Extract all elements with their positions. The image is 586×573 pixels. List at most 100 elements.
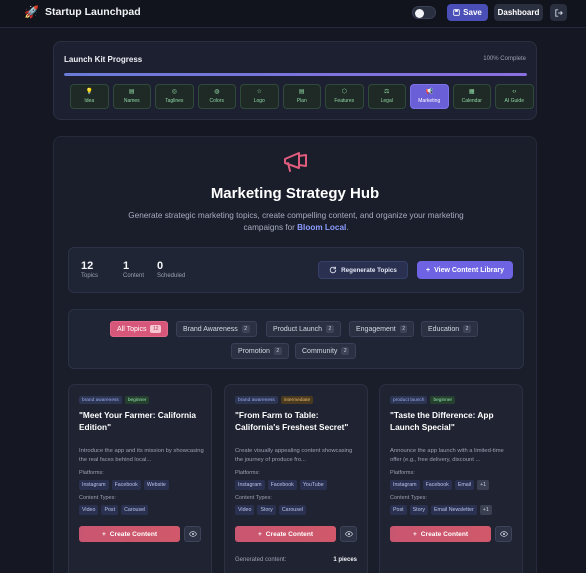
filter-brand-awareness[interactable]: Brand Awareness 2 xyxy=(176,321,257,337)
view-topic-button[interactable] xyxy=(184,526,201,542)
platform-pill: Facebook xyxy=(267,480,297,490)
step-ai-guide[interactable]: ‹› AI Guide xyxy=(495,84,534,109)
content-types-label: Content Types: xyxy=(390,495,427,501)
plus-icon: + xyxy=(101,530,106,538)
view-topic-button[interactable] xyxy=(495,526,512,542)
topic-description: Announce the app launch with a limited-t… xyxy=(390,448,504,463)
step-plan[interactable]: ▤ Plan xyxy=(282,84,321,109)
view-content-library-button[interactable]: + View Content Library xyxy=(417,261,513,279)
progress-title: Launch Kit Progress xyxy=(64,55,143,64)
generated-content-row: Generated content: 1 pieces xyxy=(235,557,357,563)
step-icon: ⬡ xyxy=(341,89,347,95)
category-tag: brand awareness xyxy=(79,396,122,404)
create-content-button[interactable]: + Create Content xyxy=(235,526,336,542)
hub-title: Marketing Strategy Hub xyxy=(210,185,380,202)
step-names[interactable]: ▤ Names xyxy=(112,84,151,109)
content-type-pill: Video xyxy=(79,505,99,515)
app-title: Startup Launchpad xyxy=(44,6,141,18)
filter-promotion[interactable]: Promotion 2 xyxy=(231,343,289,359)
content-type-pill: Story xyxy=(257,505,276,515)
platforms-label: Platforms: xyxy=(79,470,104,476)
filter-count: 12 xyxy=(150,325,162,333)
platform-pill: Instagram xyxy=(235,480,265,490)
toggle-knob xyxy=(415,8,424,18)
hub-desc-end: . xyxy=(346,223,349,232)
step-idea[interactable]: 💡 Idea xyxy=(70,84,109,109)
topic-card: brand awareness beginner "Meet Your Farmer… xyxy=(68,384,212,573)
regenerate-topics-button[interactable]: Regenerate Topics xyxy=(318,261,408,279)
filter-engagement[interactable]: Engagement 2 xyxy=(349,321,415,337)
content-type-pill: Email Newsletter xyxy=(430,505,477,515)
filter-education[interactable]: Education 2 xyxy=(421,321,478,337)
step-marketing[interactable]: 📢 Marketing xyxy=(410,84,449,109)
stats-card: 12 Topics 1 Content 0 Scheduled Regenera… xyxy=(68,247,524,293)
step-label: Plan xyxy=(296,98,307,104)
platform-list: Instagram Facebook Email +1 xyxy=(390,480,490,490)
create-content-label: Create Content xyxy=(109,530,158,538)
filter-all-topics[interactable]: All Topics 12 xyxy=(110,321,169,337)
filter-product-launch[interactable]: Product Launch 2 xyxy=(266,321,341,337)
stat-scheduled: 0 Scheduled xyxy=(157,260,185,279)
dashboard-button[interactable]: Dashboard xyxy=(494,4,543,21)
step-logo[interactable]: ☆ Logo xyxy=(240,84,279,109)
filter-count: 2 xyxy=(241,325,250,333)
step-taglines[interactable]: ◎ Taglines xyxy=(155,84,194,109)
platform-pill: Website xyxy=(143,480,169,490)
view-topic-button[interactable] xyxy=(340,526,357,542)
stat-label: Scheduled xyxy=(157,273,186,279)
content-type-pill: Carousel xyxy=(121,505,149,515)
filter-label: Education xyxy=(428,325,460,333)
content-type-pill: Post xyxy=(390,505,407,515)
topic-filters: All Topics 12 Brand Awareness 2 Product Laun… xyxy=(68,309,524,369)
topic-title: "Taste the Difference: App Launch Specia… xyxy=(390,410,494,432)
step-colors[interactable]: ◍ Colors xyxy=(197,84,236,109)
eye-icon xyxy=(344,531,353,537)
plus-icon: + xyxy=(257,530,262,538)
step-icon: ☆ xyxy=(256,89,262,95)
filter-count: 2 xyxy=(399,325,408,333)
hub-description: Generate strategic marketing topics, cre… xyxy=(114,210,478,234)
create-content-button[interactable]: + Create Content xyxy=(79,526,180,542)
platform-pill: Facebook xyxy=(111,480,141,490)
stat-content: 1 Content xyxy=(123,260,144,279)
content-type-pill: Video xyxy=(235,505,255,515)
top-bar: 🚀 Startup Launchpad Save Dashboard xyxy=(0,0,586,28)
megaphone-icon xyxy=(284,152,307,172)
filter-community[interactable]: Community 2 xyxy=(295,343,357,359)
step-legal[interactable]: ⚖ Legal xyxy=(367,84,406,109)
regenerate-label: Regenerate Topics xyxy=(341,266,397,274)
theme-toggle[interactable] xyxy=(412,6,436,19)
step-label: Legal xyxy=(380,98,393,104)
topic-title: "Meet Your Farmer: California Edition" xyxy=(79,410,197,432)
save-button[interactable]: Save xyxy=(447,4,488,21)
create-content-button[interactable]: + Create Content xyxy=(390,526,491,542)
step-label: Features xyxy=(334,98,355,104)
step-features[interactable]: ⬡ Features xyxy=(325,84,364,109)
filter-count: 2 xyxy=(341,347,350,355)
topic-description: Introduce the app and its mission by sho… xyxy=(79,448,204,463)
topic-card: product launch beginner "Taste the Differe… xyxy=(379,384,523,573)
step-icon: ⚖ xyxy=(384,89,390,95)
level-tag: beginner xyxy=(124,396,150,404)
content-type-list: Post Story Email Newsletter +1 xyxy=(390,505,492,515)
step-label: Calendar xyxy=(461,98,482,104)
filter-label: All Topics xyxy=(117,325,147,333)
create-content-label: Create Content xyxy=(420,530,469,538)
topic-tags: brand awareness intermediate xyxy=(235,396,314,404)
step-icon: ▤ xyxy=(128,89,135,95)
save-icon xyxy=(453,9,460,16)
category-tag: brand awareness xyxy=(235,396,278,404)
step-icon: ▤ xyxy=(298,89,305,95)
content-type-pill: Carousel xyxy=(278,505,307,515)
filter-label: Promotion xyxy=(238,347,270,355)
sign-out-button[interactable] xyxy=(550,4,567,21)
filter-count: 2 xyxy=(463,325,471,333)
step-label: Logo xyxy=(253,98,265,104)
brand[interactable]: 🚀 Startup Launchpad xyxy=(24,5,141,19)
create-content-label: Create Content xyxy=(265,530,314,538)
content-type-pill: Post xyxy=(101,505,119,515)
step-calendar[interactable]: ▦ Calendar xyxy=(452,84,491,109)
dashboard-label: Dashboard xyxy=(497,8,540,17)
content-types-label: Content Types: xyxy=(235,495,272,501)
step-icon: 💡 xyxy=(85,89,93,95)
